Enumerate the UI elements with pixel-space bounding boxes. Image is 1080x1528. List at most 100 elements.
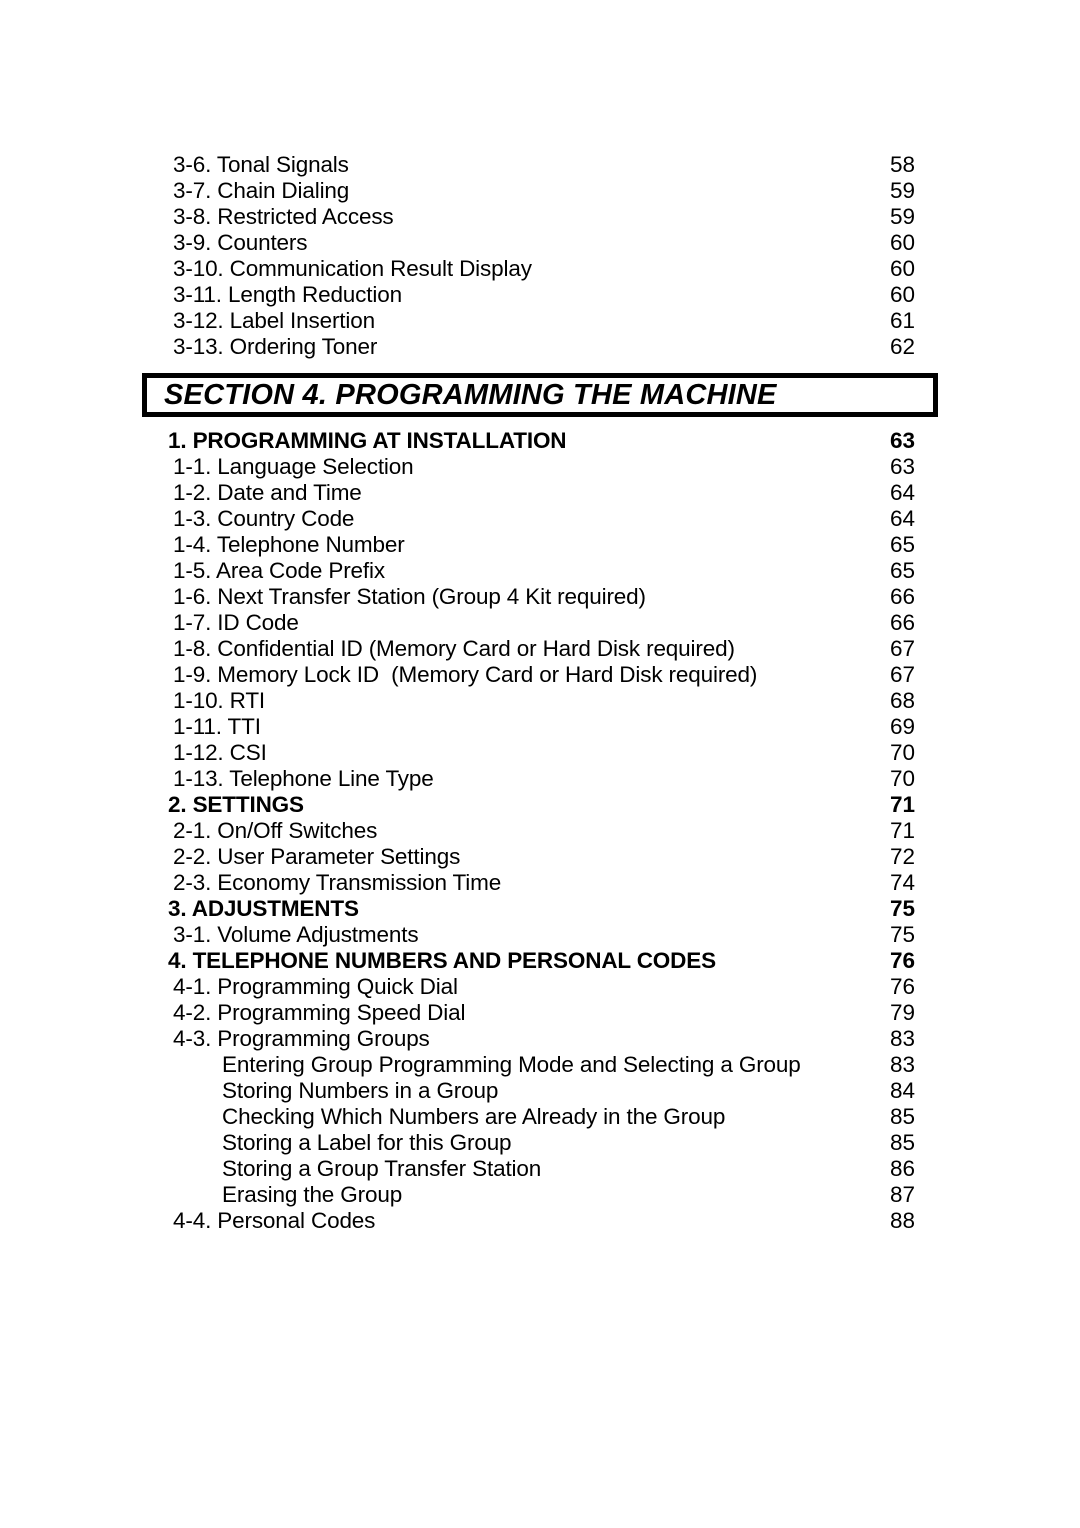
toc-entry[interactable]: 1-3. Country Code 64 (142, 506, 938, 532)
toc-entry-page-number: 74 (890, 870, 916, 895)
toc-entry-page-number: 64 (890, 480, 916, 505)
toc-entry[interactable]: Storing a Label for this Group 85 (142, 1130, 938, 1156)
toc-entry-title: 4-2. Programming Speed Dial (173, 1000, 466, 1025)
toc-entry[interactable]: 3-8. Restricted Access 59 (142, 204, 938, 230)
toc-entry-title: 3-12. Label Insertion (173, 308, 375, 333)
toc-entry-page-number: 76 (890, 974, 916, 999)
toc-entry[interactable]: 1. PROGRAMMING AT INSTALLATION 63 (142, 428, 938, 454)
toc-entry-page-number: 59 (890, 178, 916, 203)
toc-entry[interactable]: 3-1. Volume Adjustments 75 (142, 922, 938, 948)
toc-entry-page-number: 62 (890, 334, 916, 359)
toc-entry[interactable]: 3. ADJUSTMENTS 75 (142, 896, 938, 922)
toc-entry[interactable]: 3-9. Counters 60 (142, 230, 938, 256)
toc-entry-page-number: 70 (890, 740, 916, 765)
toc-entry-page-number: 60 (890, 256, 916, 281)
toc-entry[interactable]: 1-4. Telephone Number 65 (142, 532, 938, 558)
toc-entry-title: 1-8. Confidential ID (Memory Card or Har… (173, 636, 735, 661)
toc-entry-page-number: 67 (890, 636, 916, 661)
toc-entry-title: 2-1. On/Off Switches (173, 818, 378, 843)
toc-entry-page-number: 65 (890, 532, 916, 557)
toc-entry-title: 3. ADJUSTMENTS (168, 896, 359, 921)
toc-entry-title: Erasing the Group (222, 1182, 403, 1207)
toc-entry[interactable]: 2. SETTINGS 71 (142, 792, 938, 818)
toc-entry[interactable]: Erasing the Group 87 (142, 1182, 938, 1208)
toc-entry-page-number: 66 (890, 610, 916, 635)
toc-entry-title: 1-2. Date and Time (173, 480, 362, 505)
toc-entry-title: Storing Numbers in a Group (222, 1078, 499, 1103)
toc-entry[interactable]: 3-6. Tonal Signals 58 (142, 152, 938, 178)
toc-entry[interactable]: 3-13. Ordering Toner 62 (142, 334, 938, 360)
toc-entry-page-number: 67 (890, 662, 916, 687)
toc-entry-page-number: 65 (890, 558, 916, 583)
toc-entry-page-number: 59 (890, 204, 916, 229)
toc-entry-page-number: 63 (890, 428, 916, 453)
toc-entry[interactable]: Storing a Group Transfer Station 86 (142, 1156, 938, 1182)
toc-entry[interactable]: 4-3. Programming Groups 83 (142, 1026, 938, 1052)
toc-entry-page-number: 76 (890, 948, 916, 973)
toc-entry[interactable]: 3-10. Communication Result Display 60 (142, 256, 938, 282)
toc-entry-title: 1-1. Language Selection (173, 454, 414, 479)
toc-entry-title: Storing a Group Transfer Station (222, 1156, 542, 1181)
toc-entry[interactable]: 1-9. Memory Lock ID (Memory Card or Hard… (142, 662, 938, 688)
toc-entry-title: 3-7. Chain Dialing (173, 178, 350, 203)
toc-list-upper: 3-6. Tonal Signals 58 3-7. Chain Dialing 59… (142, 152, 938, 360)
toc-entry-title: 2-3. Economy Transmission Time (173, 870, 502, 895)
toc-entry-title: 3-9. Counters (173, 230, 308, 255)
toc-entry[interactable]: 3-12. Label Insertion 61 (142, 308, 938, 334)
toc-entry-page-number: 66 (890, 584, 916, 609)
toc-entry[interactable]: 1-5. Area Code Prefix 65 (142, 558, 938, 584)
toc-entry-title: Storing a Label for this Group (222, 1130, 512, 1155)
toc-entry-title: 3-1. Volume Adjustments (173, 922, 419, 947)
document-page: 3-6. Tonal Signals 58 3-7. Chain Dialing 59… (0, 0, 1080, 1528)
toc-entry[interactable]: 1-7. ID Code 66 (142, 610, 938, 636)
toc-entry[interactable]: 1-2. Date and Time 64 (142, 480, 938, 506)
toc-entry[interactable]: 1-11. TTI 69 (142, 714, 938, 740)
toc-entry-title: 3-11. Length Reduction (173, 282, 402, 307)
toc-entry-page-number: 86 (890, 1156, 916, 1181)
toc-entry-page-number: 71 (890, 792, 916, 817)
toc-entry[interactable]: 2-2. User Parameter Settings 72 (142, 844, 938, 870)
toc-entry[interactable]: 1-13. Telephone Line Type 70 (142, 766, 938, 792)
toc-entry[interactable]: 2-1. On/Off Switches 71 (142, 818, 938, 844)
toc-entry-page-number: 61 (890, 308, 916, 333)
toc-entry-title: 4-4. Personal Codes (173, 1208, 376, 1233)
toc-list-main: 1. PROGRAMMING AT INSTALLATION 63 1-1. Lan… (142, 428, 938, 1234)
toc-entry[interactable]: 4. TELEPHONE NUMBERS AND PERSONAL CODES 7… (142, 948, 938, 974)
toc-entry-title: 3-8. Restricted Access (173, 204, 394, 229)
toc-entry-title: 1-3. Country Code (173, 506, 355, 531)
toc-entry-title: Entering Group Programming Mode and Sele… (222, 1052, 801, 1077)
toc-entry-title: 2-2. User Parameter Settings (173, 844, 461, 869)
toc-entry-title: 1-4. Telephone Number (173, 532, 405, 557)
toc-entry-page-number: 85 (890, 1104, 916, 1129)
toc-entry[interactable]: 1-8. Confidential ID (Memory Card or Har… (142, 636, 938, 662)
toc-entry-page-number: 64 (890, 506, 916, 531)
toc-entry-page-number: 75 (890, 922, 916, 947)
toc-entry-page-number: 87 (890, 1182, 916, 1207)
toc-entry-title: 4-3. Programming Groups (173, 1026, 430, 1051)
toc-entry-title: 3-10. Communication Result Display (173, 256, 532, 281)
toc-entry-page-number: 60 (890, 230, 916, 255)
toc-entry[interactable]: 4-4. Personal Codes 88 (142, 1208, 938, 1234)
toc-entry-title: 1-5. Area Code Prefix (173, 558, 385, 583)
section-banner-label: SECTION 4. PROGRAMMING THE MACHINE (164, 379, 777, 411)
toc-entry[interactable]: Entering Group Programming Mode and Sele… (142, 1052, 938, 1078)
toc-entry[interactable]: 1-1. Language Selection 63 (142, 454, 938, 480)
toc-entry-page-number: 75 (890, 896, 916, 921)
toc-entry[interactable]: Checking Which Numbers are Already in th… (142, 1104, 938, 1130)
toc-entry[interactable]: 3-11. Length Reduction 60 (142, 282, 938, 308)
toc-entry-title: 3-13. Ordering Toner (173, 334, 378, 359)
toc-entry[interactable]: 1-6. Next Transfer Station (Group 4 Kit … (142, 584, 938, 610)
toc-entry[interactable]: 1-10. RTI 68 (142, 688, 938, 714)
toc-entry-title: 1-12. CSI (173, 740, 267, 765)
toc-entry[interactable]: 2-3. Economy Transmission Time 74 (142, 870, 938, 896)
toc-entry-page-number: 58 (890, 152, 916, 177)
toc-entry-page-number: 83 (890, 1026, 916, 1051)
toc-entry[interactable]: Storing Numbers in a Group 84 (142, 1078, 938, 1104)
toc-entry[interactable]: 3-7. Chain Dialing 59 (142, 178, 938, 204)
toc-entry[interactable]: 4-1. Programming Quick Dial 76 (142, 974, 938, 1000)
toc-entry-title: 1-7. ID Code (173, 610, 299, 635)
toc-entry-title: 1-11. TTI (173, 714, 261, 739)
toc-entry[interactable]: 1-12. CSI 70 (142, 740, 938, 766)
toc-entry-page-number: 84 (890, 1078, 916, 1103)
toc-entry[interactable]: 4-2. Programming Speed Dial 79 (142, 1000, 938, 1026)
